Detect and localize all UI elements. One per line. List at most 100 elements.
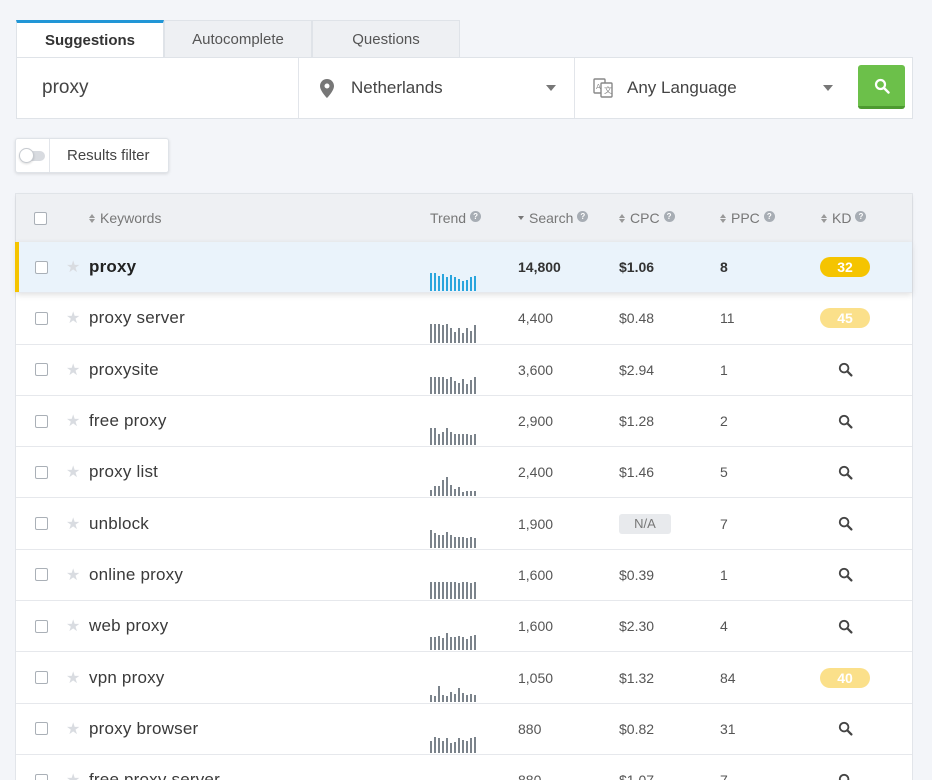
row-checkbox[interactable] xyxy=(35,293,48,343)
search-bar: proxy Netherlands A文 Any Language xyxy=(16,57,913,119)
keyword-cell[interactable]: proxy list xyxy=(89,447,158,497)
trend-bar xyxy=(442,638,444,651)
keyword-cell[interactable]: free proxy xyxy=(89,396,167,446)
trend-bar xyxy=(442,480,444,497)
star-icon[interactable]: ★ xyxy=(66,447,80,497)
header-keywords[interactable]: Keywords xyxy=(89,210,161,226)
tab-autocomplete[interactable]: Autocomplete xyxy=(164,20,312,58)
trend-bar xyxy=(446,323,448,343)
table-row[interactable]: ★ proxysite 3,600 $2.94 1 xyxy=(16,345,912,396)
tab-questions[interactable]: Questions xyxy=(312,20,460,58)
trend-chart xyxy=(430,293,476,343)
table-row[interactable]: ★ free proxy server 880 $1.07 7 xyxy=(16,755,912,780)
help-icon[interactable]: ? xyxy=(763,210,775,222)
row-checkbox[interactable] xyxy=(35,345,48,395)
header-search[interactable]: Search ? xyxy=(518,210,589,226)
keyword-cell[interactable]: unblock xyxy=(89,498,149,548)
search-volume: 1,600 xyxy=(518,618,554,635)
keyword-cell[interactable]: proxy browser xyxy=(89,704,198,754)
star-icon[interactable]: ★ xyxy=(66,396,80,446)
star-icon[interactable]: ★ xyxy=(66,601,80,651)
keyword-cell[interactable]: proxysite xyxy=(89,345,159,395)
keyword-cell[interactable]: online proxy xyxy=(89,550,183,600)
search-icon[interactable] xyxy=(838,773,853,780)
help-icon[interactable]: ? xyxy=(663,210,675,222)
header-cpc[interactable]: CPC ? xyxy=(619,210,675,226)
table-row[interactable]: ★ proxy 14,800 $1.06 8 32 xyxy=(15,242,912,294)
trend-bar xyxy=(438,434,440,446)
row-checkbox[interactable] xyxy=(35,396,48,446)
row-checkbox[interactable] xyxy=(35,601,48,651)
help-icon[interactable]: ? xyxy=(470,210,482,222)
trend-bar xyxy=(466,582,468,600)
search-icon[interactable] xyxy=(838,465,853,480)
language-select[interactable]: A文 Any Language xyxy=(575,58,851,118)
tab-bar: Suggestions Autocomplete Questions xyxy=(16,20,460,58)
row-checkbox[interactable] xyxy=(35,704,48,754)
translate-icon: A文 xyxy=(593,78,613,98)
trend-bar xyxy=(442,274,444,292)
search-icon[interactable] xyxy=(838,619,853,634)
keyword-cell[interactable]: proxy server xyxy=(89,293,185,343)
row-checkbox[interactable] xyxy=(35,755,48,780)
star-icon[interactable]: ★ xyxy=(66,652,80,702)
table-row[interactable]: ★ proxy browser 880 $0.82 31 xyxy=(16,704,912,755)
trend-bar xyxy=(442,324,444,343)
header-ppc[interactable]: PPC ? xyxy=(720,210,775,226)
star-icon[interactable]: ★ xyxy=(66,345,80,395)
trend-bar xyxy=(470,583,472,600)
search-volume: 880 xyxy=(518,755,541,780)
table-row[interactable]: ★ online proxy 1,600 $0.39 1 xyxy=(16,550,912,602)
trend-bar xyxy=(434,273,436,292)
trend-chart xyxy=(430,396,476,446)
row-checkbox[interactable] xyxy=(35,447,48,497)
trend-bar xyxy=(450,485,452,497)
select-all-checkbox[interactable] xyxy=(34,211,47,225)
header-kd[interactable]: KD ? xyxy=(821,210,867,226)
keyword-cell[interactable]: web proxy xyxy=(89,601,168,651)
table-row[interactable]: ★ vpn proxy 1,050 $1.32 84 40 xyxy=(16,652,912,704)
header-search-label: Search xyxy=(529,210,574,226)
row-checkbox[interactable] xyxy=(35,550,48,600)
search-icon[interactable] xyxy=(838,721,853,736)
help-icon[interactable]: ? xyxy=(577,210,589,222)
results-filter[interactable]: Results filter xyxy=(15,138,169,173)
help-icon[interactable]: ? xyxy=(855,210,867,222)
trend-bar xyxy=(430,376,432,394)
star-icon[interactable]: ★ xyxy=(66,704,80,754)
star-icon[interactable]: ★ xyxy=(66,755,80,780)
trend-bar xyxy=(470,435,472,446)
row-checkbox[interactable] xyxy=(35,242,48,292)
kd-cell: 32 xyxy=(819,242,871,292)
table-row[interactable]: ★ unblock 1,900 N/A 7 xyxy=(16,498,912,550)
keyword-cell[interactable]: vpn proxy xyxy=(89,652,165,702)
keyword-cell[interactable]: free proxy server xyxy=(89,755,220,780)
star-icon[interactable]: ★ xyxy=(66,293,80,343)
sort-desc-icon xyxy=(518,216,525,220)
keyword-input[interactable]: proxy xyxy=(17,58,299,118)
star-icon[interactable]: ★ xyxy=(66,498,80,548)
table-row[interactable]: ★ free proxy 2,900 $1.28 2 xyxy=(16,396,912,448)
search-button[interactable] xyxy=(858,65,905,109)
search-icon[interactable] xyxy=(838,567,853,582)
table-row[interactable]: ★ proxy list 2,400 $1.46 5 xyxy=(16,447,912,499)
search-volume: 2,400 xyxy=(518,464,554,481)
kd-cell xyxy=(819,447,871,497)
table-row[interactable]: ★ web proxy 1,600 $2.30 4 xyxy=(16,601,912,653)
table-header: Keywords Trend ? Search ? CPC ? PPC ? KD… xyxy=(16,194,912,242)
table-row[interactable]: ★ proxy server 4,400 $0.48 11 45 xyxy=(16,293,912,345)
filter-toggle[interactable] xyxy=(16,139,50,172)
row-checkbox[interactable] xyxy=(35,498,48,548)
trend-bar xyxy=(446,531,448,548)
location-select[interactable]: Netherlands xyxy=(299,58,575,118)
search-icon[interactable] xyxy=(838,516,853,531)
keyword-cell[interactable]: proxy xyxy=(89,242,136,292)
search-volume: 4,400 xyxy=(518,310,554,327)
star-icon[interactable]: ★ xyxy=(66,242,80,292)
tab-suggestions[interactable]: Suggestions xyxy=(16,20,164,58)
search-icon[interactable] xyxy=(838,362,853,377)
row-checkbox[interactable] xyxy=(35,652,48,702)
search-icon[interactable] xyxy=(838,414,853,429)
trend-bar xyxy=(474,537,476,548)
star-icon[interactable]: ★ xyxy=(66,550,80,600)
